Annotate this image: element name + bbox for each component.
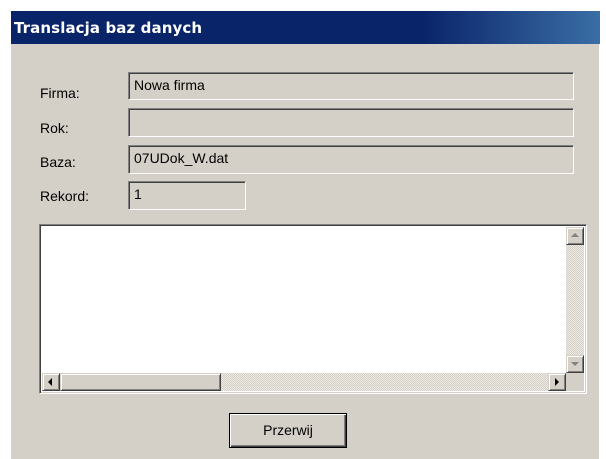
- baza-label: Baza:: [40, 154, 76, 170]
- rekord-label: Rekord:: [40, 188, 90, 204]
- horizontal-scrollbar[interactable]: [42, 373, 566, 391]
- vertical-scrollbar[interactable]: [566, 227, 584, 373]
- arrow-up-icon[interactable]: [566, 227, 584, 245]
- rok-field: [128, 108, 574, 137]
- baza-field: 07UDok_W.dat: [128, 145, 574, 174]
- window-title: Translacja baz danych: [14, 19, 203, 37]
- log-content: [42, 227, 566, 373]
- rok-label: Rok:: [40, 120, 69, 136]
- arrow-down-icon[interactable]: [566, 355, 584, 373]
- horizontal-scroll-thumb[interactable]: [60, 373, 221, 391]
- log-list[interactable]: [39, 224, 587, 394]
- firma-field: Nowa firma: [128, 72, 574, 100]
- firma-label: Firma:: [40, 85, 80, 101]
- baza-value: 07UDok_W.dat: [134, 150, 229, 166]
- arrow-right-icon[interactable]: [548, 373, 566, 391]
- translation-dialog: Translacja baz danych Firma: Nowa firma …: [10, 10, 600, 459]
- title-bar[interactable]: Translacja baz danych: [11, 11, 600, 44]
- przerwij-button[interactable]: Przerwij: [229, 413, 347, 448]
- scrollbar-corner: [566, 373, 584, 391]
- rekord-field: 1: [128, 181, 246, 210]
- arrow-left-icon[interactable]: [42, 373, 60, 391]
- rekord-value: 1: [134, 186, 142, 202]
- firma-value: Nowa firma: [134, 77, 205, 93]
